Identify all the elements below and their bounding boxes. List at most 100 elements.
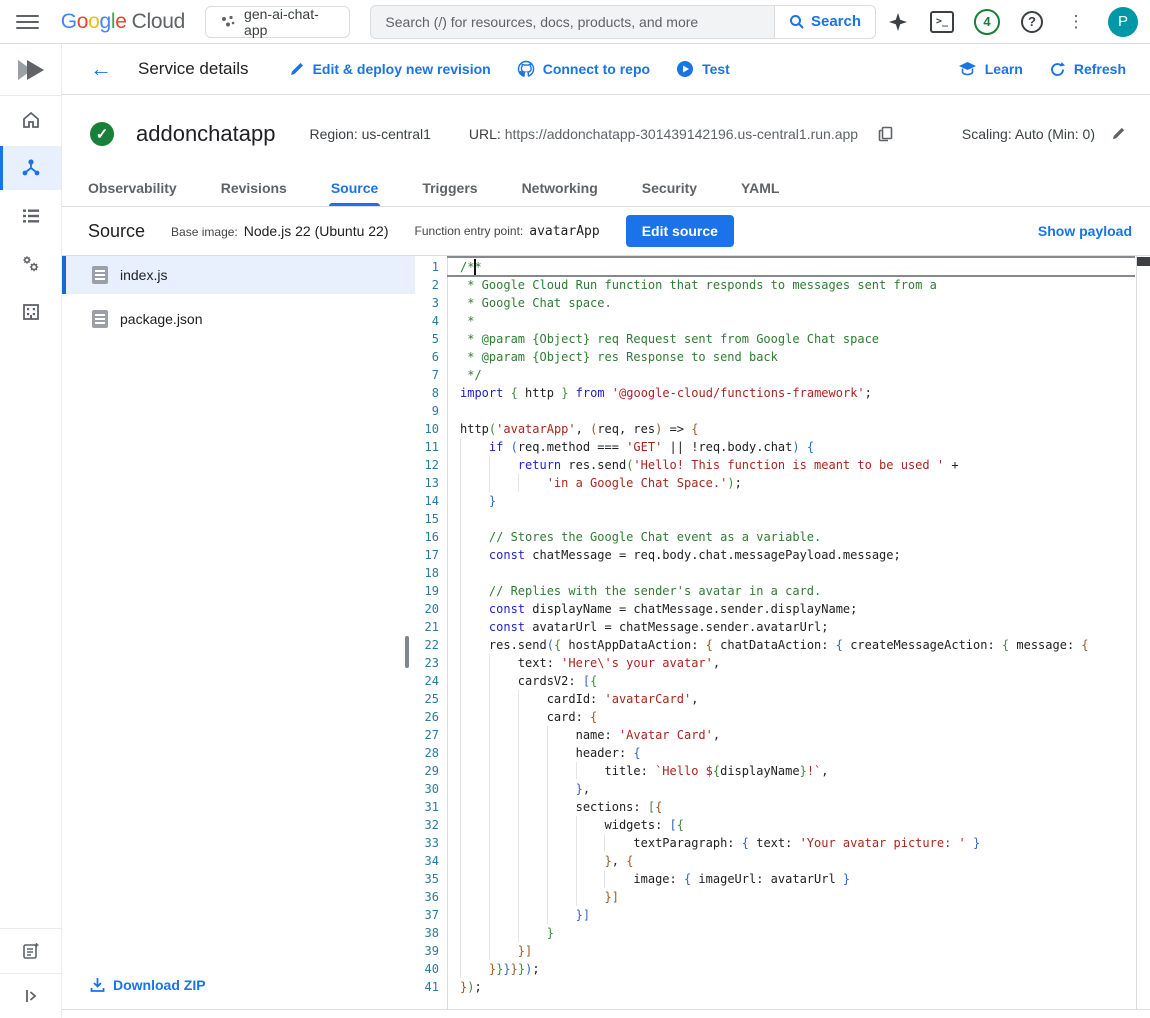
- code-line[interactable]: 5 * @param {Object} req Request sent fro…: [415, 330, 1135, 348]
- code-line[interactable]: 2 * Google Cloud Run function that respo…: [415, 276, 1135, 294]
- code-line[interactable]: 25 cardId: 'avatarCard',: [415, 690, 1135, 708]
- cloud-shell-icon[interactable]: >_: [930, 10, 954, 34]
- nav-worker-pools-building-icon[interactable]: [0, 294, 61, 330]
- indent-guide: [460, 636, 461, 654]
- code-line[interactable]: 24 cardsV2: [{: [415, 672, 1135, 690]
- code-line[interactable]: 15: [415, 510, 1135, 528]
- code-line[interactable]: 19 // Replies with the sender's avatar i…: [415, 582, 1135, 600]
- refresh-button[interactable]: Refresh: [1049, 61, 1126, 78]
- search-button[interactable]: Search: [774, 5, 876, 39]
- tab-networking[interactable]: Networking: [520, 172, 600, 206]
- file-item-indexjs[interactable]: index.js: [62, 256, 415, 294]
- avatar[interactable]: P: [1108, 7, 1138, 37]
- code-line[interactable]: 1/**: [415, 258, 1135, 276]
- editor-scrollbar[interactable]: [1136, 256, 1150, 1009]
- code-line[interactable]: 31 sections: [{: [415, 798, 1135, 816]
- entry-point-value: avatarApp: [529, 224, 599, 239]
- menu-icon[interactable]: [16, 10, 39, 34]
- notifications-icon[interactable]: 4: [974, 9, 1000, 35]
- code-line[interactable]: 20 const displayName = chatMessage.sende…: [415, 600, 1135, 618]
- code-line[interactable]: 37 }]: [415, 906, 1135, 924]
- code-line[interactable]: 9: [415, 402, 1135, 420]
- code-line[interactable]: 33 textParagraph: { text: 'Your avatar p…: [415, 834, 1135, 852]
- code-line[interactable]: 41});: [415, 978, 1135, 996]
- filetree-scrollbar-thumb[interactable]: [405, 636, 409, 668]
- google-cloud-logo[interactable]: Google Cloud: [61, 10, 185, 34]
- code-line[interactable]: 17 const chatMessage = req.body.chat.mes…: [415, 546, 1135, 564]
- edit-source-button[interactable]: Edit source: [626, 215, 734, 247]
- code-line[interactable]: 23 text: 'Here\'s your avatar',: [415, 654, 1135, 672]
- tab-yaml[interactable]: YAML: [739, 172, 781, 206]
- more-vert-icon[interactable]: ⋮: [1064, 10, 1088, 34]
- code-line[interactable]: 7 */: [415, 366, 1135, 384]
- indent-guide: [460, 744, 461, 762]
- code-line[interactable]: 32 widgets: [{: [415, 816, 1135, 834]
- code-line[interactable]: 29 title: `Hello ${displayName}!`,: [415, 762, 1135, 780]
- code-line[interactable]: 10http('avatarApp', (req, res) => {: [415, 420, 1135, 438]
- code-line[interactable]: 28 header: {: [415, 744, 1135, 762]
- back-arrow-icon[interactable]: ←: [90, 56, 112, 82]
- line-number: 13: [415, 474, 447, 492]
- editor-scrollbar-thumb[interactable]: [1137, 257, 1150, 266]
- code-line[interactable]: 4 *: [415, 312, 1135, 330]
- tab-security[interactable]: Security: [640, 172, 699, 206]
- project-selector[interactable]: gen-ai-chat-app: [205, 6, 350, 38]
- nav-home-icon[interactable]: [0, 102, 61, 138]
- gemini-sparkle-icon[interactable]: [886, 10, 910, 34]
- region-label: Region:: [309, 126, 357, 142]
- code-line[interactable]: 6 * @param {Object} res Response to send…: [415, 348, 1135, 366]
- indent-guide: [518, 780, 519, 798]
- code-editor[interactable]: 1/**2 * Google Cloud Run function that r…: [415, 256, 1150, 1009]
- code-line[interactable]: 21 const avatarUrl = chatMessage.sender.…: [415, 618, 1135, 636]
- show-payload-link[interactable]: Show payload: [1038, 223, 1132, 239]
- code-line[interactable]: 34 }, {: [415, 852, 1135, 870]
- indent-guide: [576, 888, 577, 906]
- indent-guide: [576, 852, 577, 870]
- help-icon[interactable]: ?: [1020, 10, 1044, 34]
- code-line[interactable]: 27 name: 'Avatar Card',: [415, 726, 1135, 744]
- code-line[interactable]: 40 }}}}});: [415, 960, 1135, 978]
- line-number: 27: [415, 726, 447, 744]
- line-text: * @param {Object} req Request sent from …: [447, 330, 1135, 348]
- code-line[interactable]: 30 },: [415, 780, 1135, 798]
- code-line[interactable]: 14 }: [415, 492, 1135, 510]
- line-text: const chatMessage = req.body.chat.messag…: [447, 546, 1135, 564]
- code-line[interactable]: 18: [415, 564, 1135, 582]
- nav-list-icon[interactable]: [0, 198, 61, 234]
- code-line[interactable]: 36 }]: [415, 888, 1135, 906]
- tab-observability[interactable]: Observability: [86, 172, 179, 206]
- code-line[interactable]: 11 if (req.method === 'GET' || !req.body…: [415, 438, 1135, 456]
- release-notes-icon[interactable]: [0, 929, 61, 973]
- collapse-panel-icon[interactable]: [0, 974, 61, 1018]
- nav-services-hub-icon[interactable]: [0, 146, 61, 190]
- code-line[interactable]: 3 * Google Chat space.: [415, 294, 1135, 312]
- code-line[interactable]: 12 return res.send('Hello! This function…: [415, 456, 1135, 474]
- code-line[interactable]: 8import { http } from '@google-cloud/fun…: [415, 384, 1135, 402]
- notification-count: 4: [983, 14, 990, 29]
- code-line[interactable]: 35 image: { imageUrl: avatarUrl }: [415, 870, 1135, 888]
- tab-source[interactable]: Source: [329, 172, 380, 206]
- code-line[interactable]: 26 card: {: [415, 708, 1135, 726]
- nav-jobs-gears-icon[interactable]: [0, 246, 61, 282]
- edit-deploy-button[interactable]: Edit & deploy new revision: [289, 61, 491, 77]
- download-zip-button[interactable]: Download ZIP: [90, 977, 206, 993]
- line-text: }]: [447, 942, 1135, 960]
- connect-to-repo-button[interactable]: Connect to repo: [517, 60, 650, 78]
- tab-revisions[interactable]: Revisions: [219, 172, 289, 206]
- code-line[interactable]: 16 // Stores the Google Chat event as a …: [415, 528, 1135, 546]
- edit-scaling-pencil-icon[interactable]: [1111, 126, 1126, 141]
- search-input[interactable]: Search (/) for resources, docs, products…: [370, 5, 774, 39]
- code-line[interactable]: 22 res.send({ hostAppDataAction: { chatD…: [415, 636, 1135, 654]
- code-line[interactable]: 13 'in a Google Chat Space.');: [415, 474, 1135, 492]
- code-line[interactable]: 39 }]: [415, 942, 1135, 960]
- line-number: 2: [415, 276, 447, 294]
- test-button[interactable]: Test: [676, 60, 730, 78]
- code-line[interactable]: 38 }: [415, 924, 1135, 942]
- tab-triggers[interactable]: Triggers: [420, 172, 479, 206]
- url-value[interactable]: https://addonchatapp-301439142196.us-cen…: [505, 126, 858, 142]
- line-text: name: 'Avatar Card',: [447, 726, 1135, 744]
- file-item-packagejson[interactable]: package.json: [62, 300, 415, 338]
- copy-url-icon[interactable]: [878, 126, 893, 142]
- indent-guide: [489, 780, 490, 798]
- learn-button[interactable]: Learn: [958, 61, 1023, 77]
